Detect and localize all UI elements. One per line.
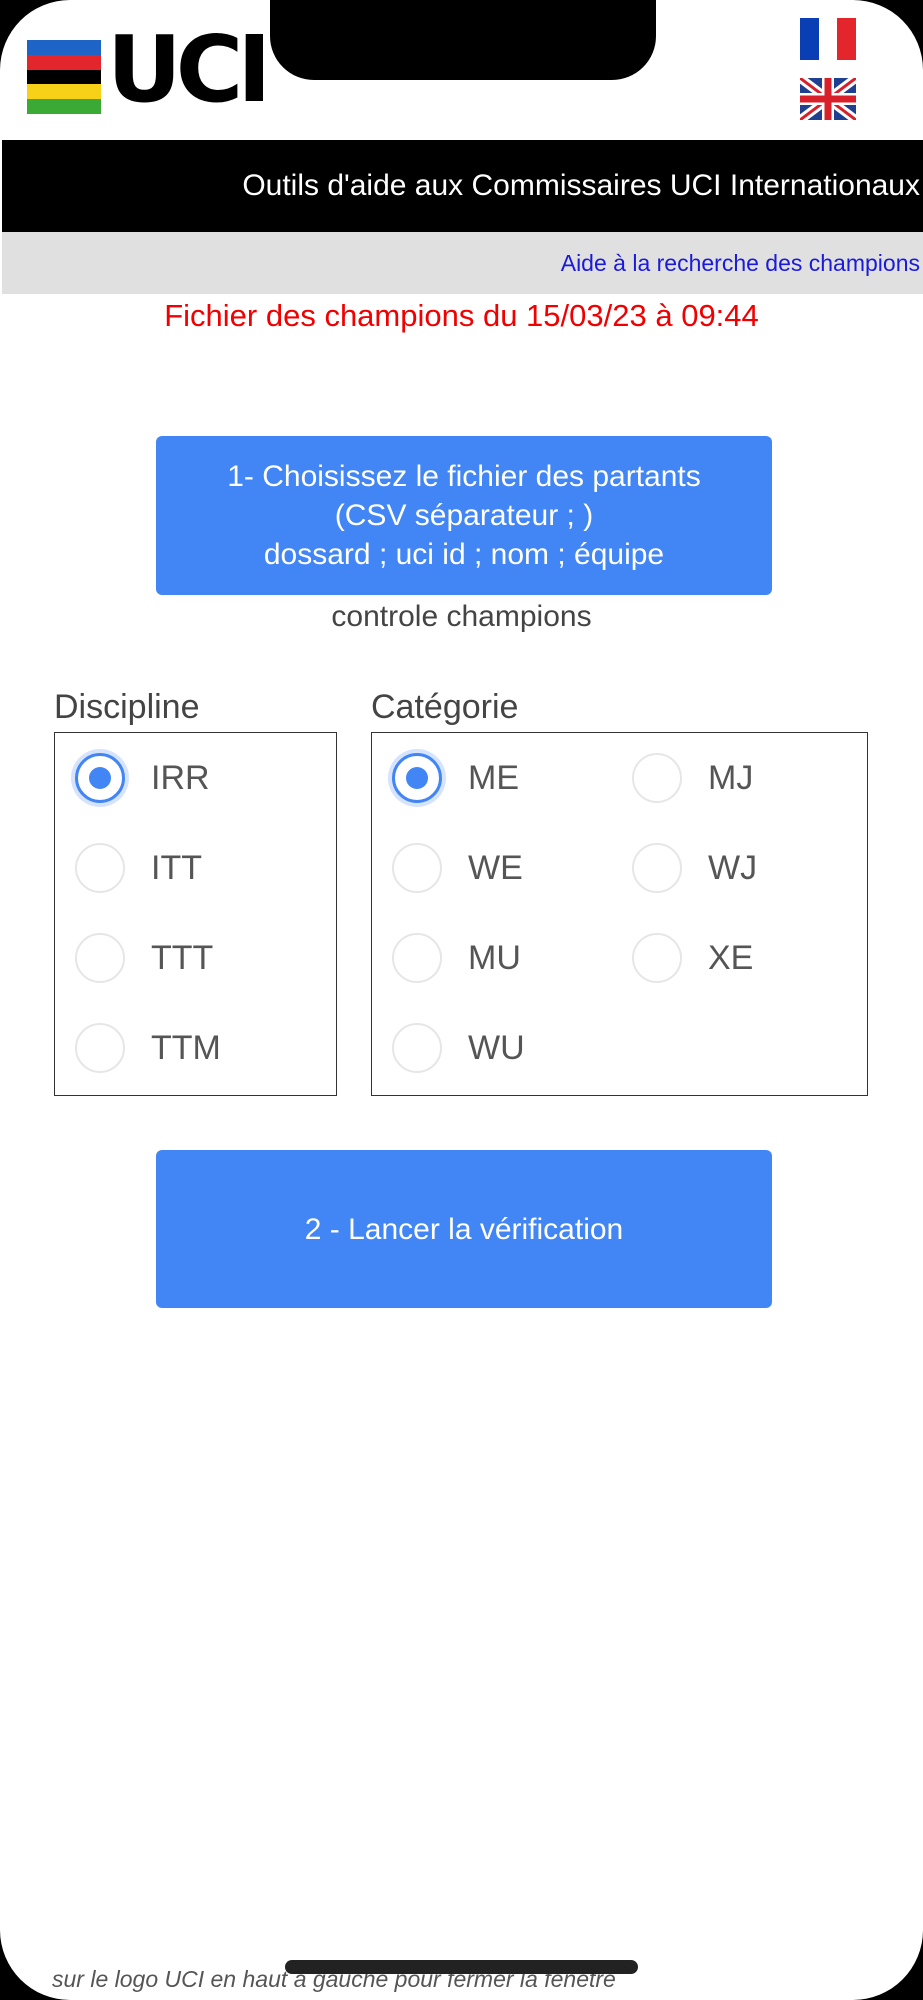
radio-unchecked-icon <box>75 1023 125 1073</box>
launch-verification-label: 2 - Lancer la vérification <box>304 1212 624 1246</box>
controle-champions-label: controle champions <box>331 600 592 633</box>
radio-label: MJ <box>708 758 754 797</box>
radio-categorie-xe[interactable]: XE <box>632 933 753 983</box>
discipline-title: Discipline <box>54 688 200 726</box>
radio-categorie-wu[interactable]: WU <box>392 1023 525 1073</box>
radio-label: WU <box>468 1028 525 1067</box>
radio-label: ITT <box>151 848 202 887</box>
radio-categorie-we[interactable]: WE <box>392 843 523 893</box>
radio-label: WE <box>468 848 523 887</box>
champions-file-date: Fichier des champions du 15/03/23 à 09:4… <box>164 298 759 333</box>
discipline-group: IRR ITT TTT TTM <box>54 732 337 1096</box>
radio-categorie-mu[interactable]: MU <box>392 933 521 983</box>
choose-file-line3: dossard ; uci id ; nom ; équipe <box>263 538 665 571</box>
radio-unchecked-icon <box>392 933 442 983</box>
radio-categorie-mj[interactable]: MJ <box>632 753 753 803</box>
help-link[interactable]: Aide à la recherche des champions <box>561 250 920 277</box>
radio-label: TTT <box>151 938 214 977</box>
radio-discipline-ttm[interactable]: TTM <box>75 1023 221 1073</box>
radio-checked-icon <box>75 753 125 803</box>
uci-logo[interactable]: UCI <box>27 24 297 116</box>
radio-unchecked-icon <box>75 933 125 983</box>
radio-label: MU <box>468 938 521 977</box>
radio-label: ME <box>468 758 519 797</box>
launch-verification-button[interactable]: 2 - Lancer la vérification <box>156 1150 772 1308</box>
home-indicator[interactable] <box>285 1960 638 1974</box>
choose-file-button[interactable]: 1- Choisissez le fichier des partants (C… <box>156 436 772 595</box>
radio-unchecked-icon <box>632 753 682 803</box>
radio-label: IRR <box>151 758 210 797</box>
choose-file-line1: 1- Choisissez le fichier des partants <box>227 460 701 493</box>
radio-label: XE <box>708 938 754 977</box>
rainbow-stripes-icon <box>27 40 101 114</box>
app-screen: UCI Outils d'aide aux Commissaires UCI I… <box>0 0 923 2000</box>
radio-unchecked-icon <box>632 933 682 983</box>
radio-unchecked-icon <box>75 843 125 893</box>
device-notch <box>270 0 656 80</box>
flag-uk-icon[interactable] <box>800 78 856 120</box>
radio-discipline-itt[interactable]: ITT <box>75 843 202 893</box>
logo-text: UCI <box>107 16 271 123</box>
categorie-group: ME MJ WE WJ MU XE WU <box>371 732 868 1096</box>
help-bar: Aide à la recherche des champions <box>2 232 923 294</box>
app-title-bar: Outils d'aide aux Commissaires UCI Inter… <box>2 140 923 232</box>
radio-categorie-me[interactable]: ME <box>392 753 519 803</box>
radio-categorie-wj[interactable]: WJ <box>632 843 757 893</box>
radio-checked-icon <box>392 753 442 803</box>
radio-discipline-ttt[interactable]: TTT <box>75 933 213 983</box>
flag-france-icon[interactable] <box>800 18 856 60</box>
radio-label: WJ <box>708 848 758 887</box>
choose-file-line2: (CSV séparateur ; ) <box>334 499 594 532</box>
app-title: Outils d'aide aux Commissaires UCI Inter… <box>242 169 920 202</box>
radio-unchecked-icon <box>632 843 682 893</box>
radio-label: TTM <box>151 1028 221 1067</box>
radio-unchecked-icon <box>392 1023 442 1073</box>
radio-unchecked-icon <box>392 843 442 893</box>
categorie-title: Catégorie <box>371 688 519 726</box>
radio-discipline-irr[interactable]: IRR <box>75 753 210 803</box>
